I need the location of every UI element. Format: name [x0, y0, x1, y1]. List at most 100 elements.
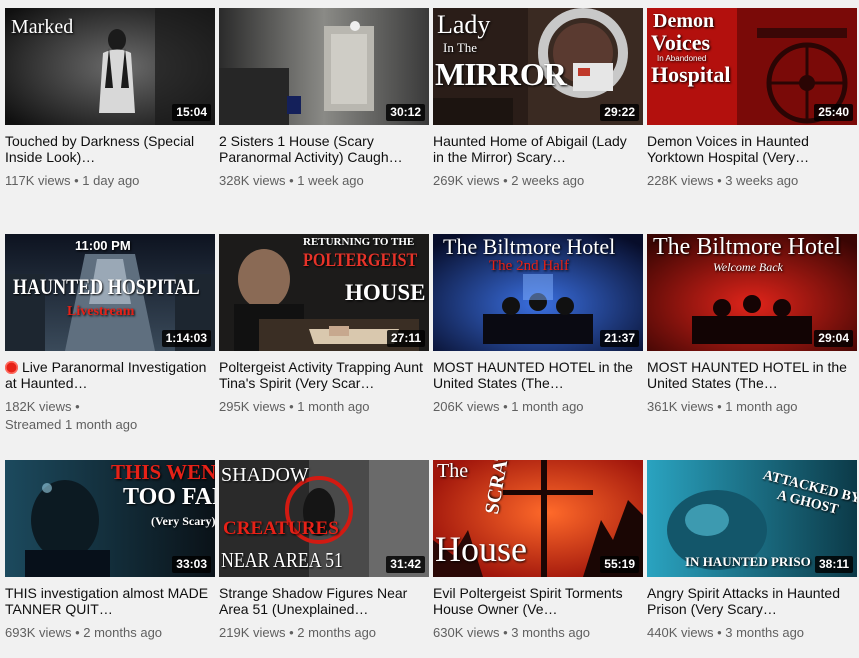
video-thumbnail[interactable]: 11:00 PM HAUNTED HOSPITAL Livestream 1:1… — [5, 234, 215, 351]
meta-separator: • — [713, 173, 726, 188]
video-thumbnail[interactable]: The Biltmore Hotel The 2nd Half 21:37 — [433, 234, 643, 351]
view-count: 295K views — [219, 399, 286, 414]
video-title-text: Live Paranormal Investigation at Haunted… — [5, 359, 207, 391]
upload-age: 3 months ago — [725, 625, 805, 640]
video-meta: 693K views • 2 months ago — [5, 624, 215, 642]
thumbnail-overlay-text: SHADOW — [221, 464, 309, 486]
video-title[interactable]: Evil Poltergeist Spirit Torments House O… — [433, 585, 638, 617]
upload-age: Streamed 1 month ago — [5, 417, 138, 432]
duration-badge: 29:04 — [814, 330, 853, 347]
video-title[interactable]: Haunted Home of Abigail (Lady in the Mir… — [433, 133, 638, 165]
video-card[interactable]: The SCRATCH House 55:19 Evil Poltergeist… — [433, 460, 643, 642]
video-title[interactable]: Angry Spirit Attacks in Haunted Prison (… — [647, 585, 852, 617]
duration-badge: 55:19 — [600, 556, 639, 573]
thumbnail-overlay-text: In The — [443, 40, 478, 55]
thumbnail-overlay-text: Marked — [11, 16, 74, 38]
view-count: 440K views — [647, 625, 714, 640]
thumbnail-overlay-text: POLTERGEIST — [303, 250, 418, 271]
upload-age: 2 months ago — [297, 625, 377, 640]
video-meta: 440K views • 3 months ago — [647, 624, 857, 642]
video-card[interactable]: Demon Voices In Abandoned Hospital 25:40… — [647, 8, 857, 190]
duration-badge: 1:14:03 — [161, 330, 211, 347]
thumbnail-overlay-text: RETURNING TO THE — [303, 236, 415, 248]
video-title[interactable]: Strange Shadow Figures Near Area 51 (Une… — [219, 585, 424, 617]
video-meta: 206K views • 1 month ago — [433, 398, 643, 416]
thumbnail-overlay-text: Voices — [651, 30, 711, 55]
meta-separator: • — [285, 173, 298, 188]
video-card[interactable]: 30:12 2 Sisters 1 House (Scary Paranorma… — [219, 8, 429, 190]
video-card[interactable]: The Biltmore Hotel Welcome Back 29:04 MO… — [647, 234, 857, 416]
video-title[interactable]: Live Paranormal Investigation at Haunted… — [5, 359, 210, 391]
video-card[interactable]: The Biltmore Hotel The 2nd Half 21:37 MO… — [433, 234, 643, 416]
meta-separator: • — [499, 625, 512, 640]
meta-separator: • — [70, 173, 83, 188]
video-meta: 630K views • 3 months ago — [433, 624, 643, 642]
video-title[interactable]: 2 Sisters 1 House (Scary Paranormal Acti… — [219, 133, 424, 165]
thumbnail-overlay-text: Hospital — [651, 62, 731, 87]
video-meta: 361K views • 1 month ago — [647, 398, 857, 416]
upload-age: 2 months ago — [83, 625, 163, 640]
video-thumbnail[interactable]: ATTACKED BY A GHOST IN HAUNTED PRISO 38:… — [647, 460, 857, 577]
video-title[interactable]: MOST HAUNTED HOTEL in the United States … — [647, 359, 852, 391]
video-card[interactable]: Lady In The MIRROR 29:22 Haunted Home of… — [433, 8, 643, 190]
view-count: 228K views — [647, 173, 714, 188]
duration-badge: 21:37 — [600, 330, 639, 347]
video-thumbnail[interactable]: The Biltmore Hotel Welcome Back 29:04 — [647, 234, 857, 351]
video-card[interactable]: SHADOW CREATURES NEAR AREA 51 31:42 Stra… — [219, 460, 429, 642]
video-card[interactable]: ATTACKED BY A GHOST IN HAUNTED PRISO 38:… — [647, 460, 857, 642]
video-card[interactable]: Marked 15:04 Touched by Darkness (Specia… — [5, 8, 215, 190]
upload-age: 1 week ago — [297, 173, 364, 188]
video-thumbnail[interactable]: Lady In The MIRROR 29:22 — [433, 8, 643, 125]
video-card[interactable]: THIS WENT TOO FAR (Very Scary) 33:03 THI… — [5, 460, 215, 642]
video-title[interactable]: THIS investigation almost MADE TANNER QU… — [5, 585, 210, 617]
video-title[interactable]: Poltergeist Activity Trapping Aunt Tina'… — [219, 359, 424, 391]
video-thumbnail[interactable]: The SCRATCH House 55:19 — [433, 460, 643, 577]
upload-age: 3 months ago — [511, 625, 591, 640]
thumbnail-overlay-text: The — [437, 460, 469, 482]
video-thumbnail[interactable]: 30:12 — [219, 8, 429, 125]
view-count: 361K views — [647, 399, 714, 414]
duration-badge: 31:42 — [386, 556, 425, 573]
thumbnail-overlay-text: THIS WENT — [111, 460, 215, 484]
view-count: 219K views — [219, 625, 286, 640]
thumbnail-overlay-text: (Very Scary) — [151, 514, 215, 528]
duration-badge: 27:11 — [386, 330, 425, 347]
meta-separator: • — [71, 625, 84, 640]
duration-badge: 29:22 — [600, 104, 639, 121]
thumbnail-overlay-text: Lady — [437, 10, 491, 39]
thumbnail-overlay-text: House — [435, 529, 527, 569]
thumbnail-overlay-text: The Biltmore Hotel — [653, 234, 841, 260]
video-thumbnail[interactable]: Demon Voices In Abandoned Hospital 25:40 — [647, 8, 857, 125]
video-title[interactable]: Touched by Darkness (Special Inside Look… — [5, 133, 210, 165]
meta-separator: • — [499, 399, 512, 414]
video-grid: Marked 15:04 Touched by Darkness (Specia… — [0, 0, 859, 658]
duration-badge: 15:04 — [172, 104, 211, 121]
video-card[interactable]: 11:00 PM HAUNTED HOSPITAL Livestream 1:1… — [5, 234, 215, 434]
thumbnail-overlay-text: HAUNTED HOSPITAL — [13, 274, 200, 299]
meta-separator: • — [285, 399, 298, 414]
view-count: 182K views — [5, 399, 72, 414]
view-count: 117K views — [5, 173, 71, 188]
view-count: 630K views — [433, 625, 500, 640]
video-thumbnail[interactable]: Marked 15:04 — [5, 8, 215, 125]
upload-age: 1 month ago — [725, 399, 798, 414]
thumbnail-overlay-text: IN HAUNTED PRISO — [685, 554, 811, 569]
upload-age: 1 month ago — [511, 399, 584, 414]
upload-age: 1 month ago — [297, 399, 370, 414]
thumbnail-overlay-text: NEAR AREA 51 — [221, 548, 343, 572]
duration-badge: 38:11 — [814, 556, 853, 573]
thumbnail-overlay-text: MIRROR — [435, 56, 567, 92]
video-meta: 328K views • 1 week ago — [219, 172, 429, 190]
video-thumbnail[interactable]: RETURNING TO THE POLTERGEIST HOUSE 27:11 — [219, 234, 429, 351]
live-indicator-icon — [5, 361, 18, 374]
video-thumbnail[interactable]: THIS WENT TOO FAR (Very Scary) 33:03 — [5, 460, 215, 577]
thumbnail-overlay-text: HOUSE — [345, 280, 426, 305]
video-meta: 228K views • 3 weeks ago — [647, 172, 857, 190]
thumbnail-overlay-text: TOO FAR — [123, 484, 215, 510]
thumbnail-overlay-text: The 2nd Half — [489, 258, 569, 274]
video-card[interactable]: RETURNING TO THE POLTERGEIST HOUSE 27:11… — [219, 234, 429, 416]
video-title[interactable]: Demon Voices in Haunted Yorktown Hospita… — [647, 133, 852, 165]
video-thumbnail[interactable]: SHADOW CREATURES NEAR AREA 51 31:42 — [219, 460, 429, 577]
thumbnail-overlay-text: 11:00 PM — [75, 238, 131, 253]
video-title[interactable]: MOST HAUNTED HOTEL in the United States … — [433, 359, 638, 391]
